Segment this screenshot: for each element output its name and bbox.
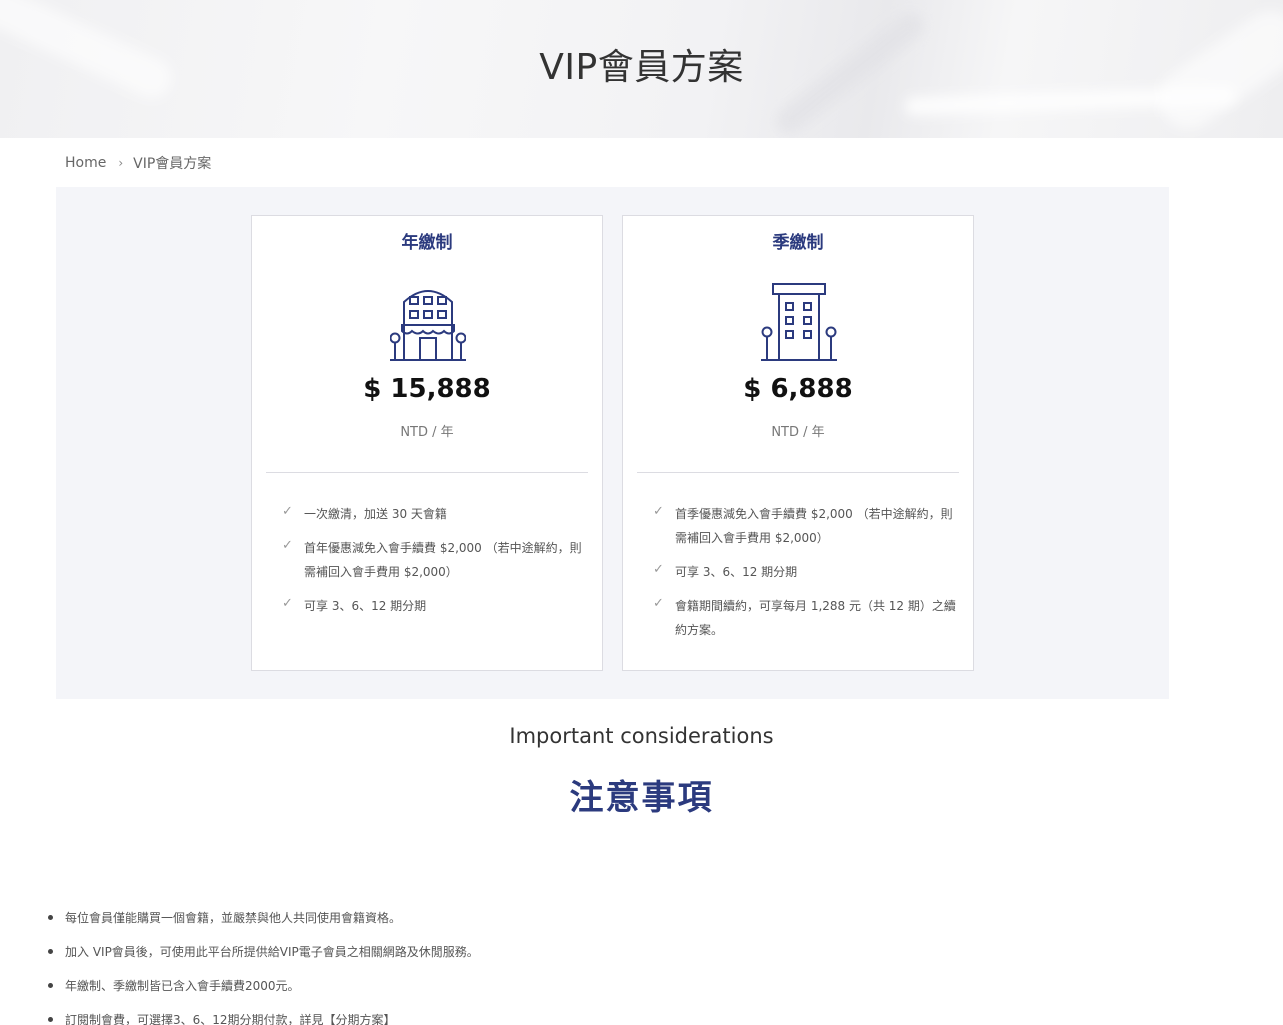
plan-feature: ✓ 一次繳清，加送 30 天會籍: [282, 504, 447, 521]
hero-banner: VIP會員方案: [0, 0, 1283, 138]
considerations-heading-zh: 注意事項: [569, 778, 714, 818]
plan-feature: ✓ 首季優惠減免入會手續費 $2,000 （若中途解約，則需補回入會手費用 $2,…: [653, 504, 953, 545]
bullet-icon: [48, 982, 53, 988]
list-item: 每位會員僅能購買一個會籍，並嚴禁與他人共同使用會籍資格。: [48, 900, 479, 934]
considerations-list: 每位會員僅能購買一個會籍，並嚴禁與他人共同使用會籍資格。 加入 VIP會員後，可…: [48, 900, 479, 1025]
plan-card-annual: 年繳制 $ 15,888 NTD / 年 ✓ 一次繳清，加送 30 天會籍 ✓ 首年…: [251, 215, 603, 671]
bullet-icon: [48, 914, 53, 920]
storefront-building-icon: [390, 290, 466, 361]
breadcrumb-home-link[interactable]: Home: [65, 155, 106, 171]
list-item: 加入 VIP會員後，可使用此平台所提供給VIP電子會員之相關網路及休閒服務。: [48, 934, 479, 968]
plans-section: 年繳制 $ 15,888 NTD / 年 ✓ 一次繳清，加送 30 天會籍 ✓ 首年…: [56, 187, 1169, 699]
list-item: 訂閱制會費，可選擇3、6、12期分期付款，詳見【分期方案】: [48, 1002, 479, 1025]
plan-price: $ 15,888: [363, 374, 491, 404]
breadcrumb-separator-icon: ›: [118, 156, 124, 170]
plan-feature: ✓ 會籍期間續約，可享每月 1,288 元（共 12 期）之續約方案。: [653, 596, 956, 637]
considerations-heading-en: Important considerations: [509, 724, 774, 748]
check-icon: ✓: [282, 504, 293, 519]
office-building-icon: [761, 283, 837, 361]
breadcrumb-current: VIP會員方案: [133, 156, 212, 172]
check-icon: ✓: [653, 562, 664, 577]
check-icon: ✓: [653, 596, 664, 611]
plan-features: ✓ 一次繳清，加送 30 天會籍 ✓ 首年優惠減免入會手續費 $2,000 （若中途…: [282, 502, 590, 628]
list-item: 年繳制、季繳制皆已含入會手續費2000元。: [48, 968, 479, 1002]
bullet-icon: [48, 1016, 53, 1022]
plan-card-quarterly: 季繳制 $ 6,888 NTD / 年 ✓ 首季優惠減免入會手續費 $2,000 …: [622, 215, 974, 671]
plan-unit: NTD / 年: [400, 425, 454, 440]
plan-unit: NTD / 年: [771, 425, 825, 440]
breadcrumb: Home › VIP會員方案: [65, 153, 211, 173]
check-icon: ✓: [653, 504, 664, 519]
check-icon: ✓: [282, 538, 293, 553]
plan-feature: ✓ 首年優惠減免入會手續費 $2,000 （若中途解約，則需補回入會手費用 $2,…: [282, 538, 582, 579]
plan-title: 季繳制: [772, 233, 824, 253]
plan-title: 年繳制: [401, 233, 453, 253]
plan-feature: ✓ 可享 3、6、12 期分期: [282, 596, 427, 613]
check-icon: ✓: [282, 596, 293, 611]
plan-price: $ 6,888: [743, 374, 853, 404]
divider: [637, 472, 959, 473]
plan-feature: ✓ 可享 3、6、12 期分期: [653, 562, 798, 579]
bullet-icon: [48, 948, 53, 954]
plan-features: ✓ 首季優惠減免入會手續費 $2,000 （若中途解約，則需補回入會手費用 $2,…: [653, 502, 961, 652]
page-title: VIP會員方案: [539, 47, 744, 88]
divider: [266, 472, 588, 473]
